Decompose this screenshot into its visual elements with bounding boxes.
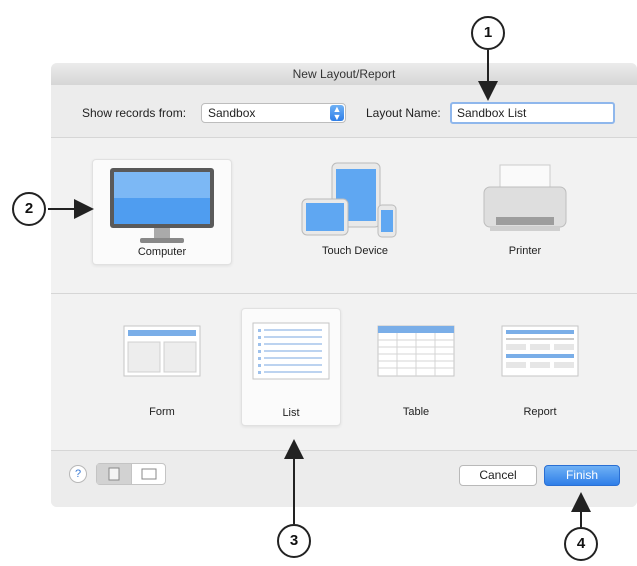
cancel-button[interactable]: Cancel — [459, 465, 537, 486]
printer-icon — [483, 164, 567, 231]
callout-4: 4 — [564, 527, 598, 561]
view-toggle[interactable] — [96, 463, 166, 485]
help-button[interactable]: ? — [69, 465, 87, 483]
layout-list-label: List — [282, 407, 300, 419]
portrait-view-icon[interactable] — [97, 464, 132, 484]
layout-name-label: Layout Name: — [366, 106, 441, 120]
form-layout-icon — [123, 325, 201, 377]
show-records-value: Sandbox — [208, 106, 256, 120]
dialog-footer: ? Cancel Finish — [51, 450, 637, 507]
callout-1: 1 — [471, 16, 505, 50]
layout-list[interactable]: List — [241, 308, 341, 426]
show-records-select[interactable]: Sandbox ▲ ▼ — [201, 103, 346, 123]
options-row: Show records from: Sandbox ▲ ▼ Layout Nam… — [51, 85, 637, 137]
device-computer-label: Computer — [137, 246, 187, 258]
new-layout-dialog: New Layout/Report Show records from: San… — [51, 63, 637, 507]
computer-icon — [110, 168, 214, 243]
layout-name-input[interactable]: Sandbox List — [450, 102, 615, 124]
layout-report[interactable]: Report — [487, 312, 593, 424]
layout-form[interactable]: Form — [109, 312, 215, 424]
show-records-label: Show records from: — [82, 106, 187, 120]
callout-3: 3 — [277, 524, 311, 558]
device-printer-label: Printer — [508, 245, 542, 257]
device-panel: Computer Touch Device Printer — [51, 137, 637, 293]
dialog-title: New Layout/Report — [51, 63, 637, 86]
device-touch-label: Touch Device — [321, 245, 389, 257]
list-layout-icon — [252, 322, 330, 380]
layout-report-label: Report — [523, 406, 557, 418]
device-computer[interactable]: Computer — [92, 159, 232, 265]
layout-table-label: Table — [402, 406, 430, 418]
updown-chevron-icon: ▲ ▼ — [330, 105, 344, 122]
device-touch[interactable]: Touch Device — [286, 159, 424, 263]
layout-type-panel: Form List Table Report — [51, 293, 637, 450]
landscape-view-icon[interactable] — [132, 464, 166, 484]
device-printer[interactable]: Printer — [456, 159, 594, 263]
touch-device-icon — [301, 162, 397, 238]
callout-2: 2 — [12, 192, 46, 226]
finish-button[interactable]: Finish — [544, 465, 620, 486]
layout-table[interactable]: Table — [363, 312, 469, 424]
report-layout-icon — [501, 325, 579, 377]
layout-form-label: Form — [149, 406, 175, 418]
table-layout-icon — [377, 325, 455, 377]
